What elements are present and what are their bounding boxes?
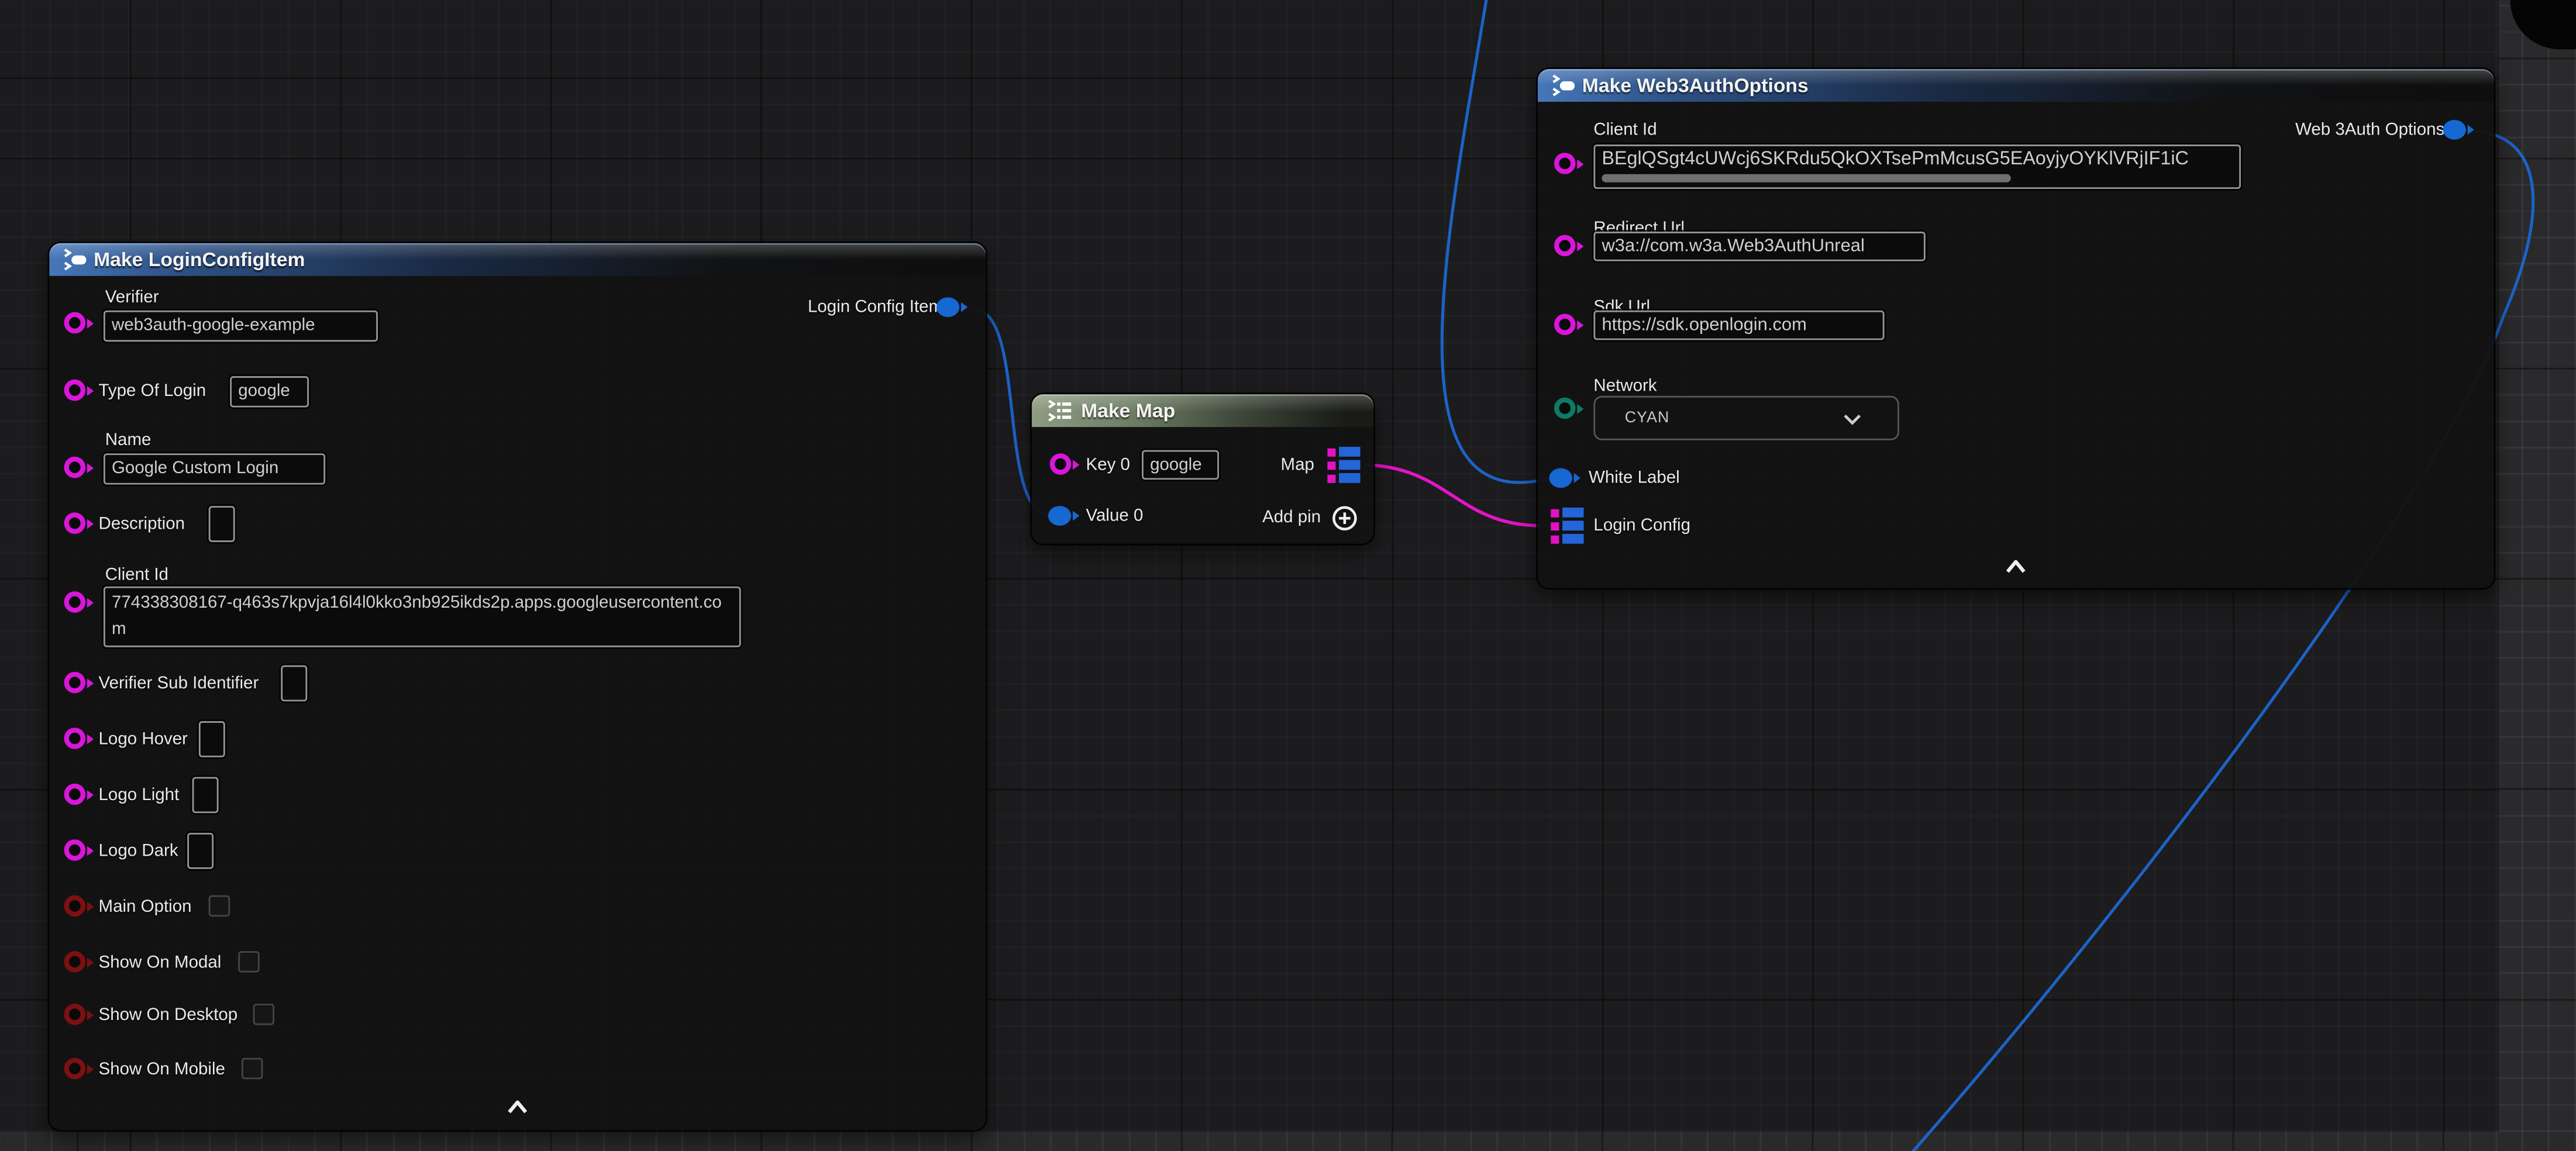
pin-label-client-id: Client Id bbox=[105, 565, 168, 585]
redirect-url-field[interactable]: w3a://com.w3a.Web3AuthUnreal bbox=[1593, 232, 1925, 261]
client-id-field[interactable]: 774338308167-q463s7kpvja16l4l0kko3nb925i… bbox=[104, 587, 741, 647]
input-pin-login-config[interactable] bbox=[1551, 508, 1583, 544]
pin-label-logo-light: Logo Light bbox=[99, 785, 180, 805]
verifier-sub-identifier-field[interactable] bbox=[281, 666, 307, 702]
input-pin-key0[interactable] bbox=[1050, 453, 1084, 475]
output-pin-label: Login Config Item bbox=[808, 297, 943, 317]
make-struct-icon bbox=[1551, 74, 1577, 97]
input-pin-description[interactable] bbox=[64, 512, 99, 534]
chevron-down-icon bbox=[1843, 414, 1861, 426]
node-make-web3authoptions[interactable]: Make Web3AuthOptions Web 3Auth Options C… bbox=[1538, 69, 2494, 588]
input-pin-logo-hover[interactable] bbox=[64, 728, 99, 749]
add-pin-icon[interactable] bbox=[1331, 504, 1359, 532]
pin-label-login-config: Login Config bbox=[1593, 516, 1690, 536]
show-on-desktop-checkbox[interactable] bbox=[253, 1004, 275, 1025]
input-pin-client-id[interactable] bbox=[1554, 153, 1589, 174]
pin-label-verifier-sub-identifier: Verifier Sub Identifier bbox=[99, 674, 259, 694]
output-pin-map[interactable] bbox=[1327, 447, 1360, 483]
pin-label-value0: Value 0 bbox=[1086, 506, 1144, 526]
show-on-modal-checkbox[interactable] bbox=[238, 951, 260, 973]
output-pin-label: Web 3Auth Options bbox=[2295, 120, 2444, 140]
input-pin-main-option[interactable] bbox=[64, 895, 99, 917]
pin-label-main-option: Main Option bbox=[99, 897, 192, 917]
pin-label-white-label: White Label bbox=[1589, 468, 1680, 488]
logo-dark-field[interactable] bbox=[187, 833, 213, 869]
pin-label-description: Description bbox=[99, 514, 185, 534]
make-container-icon bbox=[1046, 399, 1073, 422]
object-pin-ball bbox=[936, 297, 959, 317]
pin-label-key0: Key 0 bbox=[1086, 455, 1130, 475]
input-pin-verifier[interactable] bbox=[64, 312, 99, 334]
output-pin-label-map: Map bbox=[1281, 455, 1314, 475]
network-dropdown-value: CYAN bbox=[1625, 409, 1670, 427]
pin-label-logo-hover: Logo Hover bbox=[99, 729, 188, 749]
add-pin-label: Add pin bbox=[1262, 508, 1321, 528]
logo-light-field[interactable] bbox=[192, 777, 219, 814]
name-field[interactable]: Google Custom Login bbox=[104, 453, 325, 484]
input-pin-show-on-modal[interactable] bbox=[64, 951, 99, 973]
make-struct-icon bbox=[63, 248, 89, 271]
node-title: Make LoginConfigItem bbox=[94, 248, 305, 271]
logo-hover-field[interactable] bbox=[199, 721, 225, 757]
pin-label-verifier: Verifier bbox=[105, 288, 159, 308]
node-header-make-map[interactable]: Make Map bbox=[1032, 394, 1373, 427]
input-pin-type-of-login[interactable] bbox=[64, 380, 99, 401]
collapse-node-chevron-icon[interactable] bbox=[508, 1101, 528, 1114]
collapse-node-chevron-icon[interactable] bbox=[2006, 560, 2026, 573]
blueprint-canvas[interactable]: Make LoginConfigItem Login Config Item V… bbox=[0, 0, 2576, 1151]
output-pin-login-config-item[interactable] bbox=[936, 297, 973, 317]
main-option-checkbox[interactable] bbox=[209, 895, 230, 917]
pin-label-client-id: Client Id bbox=[1593, 120, 1657, 140]
input-pin-value0[interactable] bbox=[1048, 506, 1084, 526]
node-header-make-web3authoptions[interactable]: Make Web3AuthOptions bbox=[1538, 69, 2494, 102]
input-pin-logo-light[interactable] bbox=[64, 784, 99, 805]
input-pin-show-on-desktop[interactable] bbox=[64, 1004, 99, 1025]
key0-field[interactable]: google bbox=[1142, 450, 1219, 480]
node-header-make-loginconfigitem[interactable]: Make LoginConfigItem bbox=[49, 243, 986, 276]
input-pin-white-label[interactable] bbox=[1549, 468, 1586, 488]
node-make-loginconfigitem[interactable]: Make LoginConfigItem Login Config Item V… bbox=[49, 243, 986, 1131]
pin-arrow bbox=[961, 302, 973, 312]
network-dropdown[interactable]: CYAN bbox=[1593, 396, 1899, 440]
client-id-field-scrollbar[interactable] bbox=[1602, 174, 2010, 182]
type-of-login-field[interactable]: google bbox=[230, 376, 309, 407]
node-make-map[interactable]: Make Map Key 0 google Map Value 0 Add pi… bbox=[1032, 394, 1373, 544]
input-pin-name[interactable] bbox=[64, 457, 99, 478]
pin-label-name: Name bbox=[105, 430, 151, 450]
input-pin-verifier-sub-identifier[interactable] bbox=[64, 672, 99, 694]
input-pin-client-id[interactable] bbox=[64, 591, 99, 613]
input-pin-redirect-url[interactable] bbox=[1554, 235, 1589, 257]
input-pin-show-on-mobile[interactable] bbox=[64, 1058, 99, 1080]
verifier-field[interactable]: web3auth-google-example bbox=[104, 311, 378, 342]
description-field[interactable] bbox=[209, 506, 235, 542]
show-on-mobile-checkbox[interactable] bbox=[242, 1058, 263, 1080]
pin-label-network: Network bbox=[1593, 376, 1657, 396]
pin-label-show-on-modal: Show On Modal bbox=[99, 953, 222, 973]
pin-label-show-on-desktop: Show On Desktop bbox=[99, 1005, 238, 1025]
input-pin-sdk-url[interactable] bbox=[1554, 313, 1589, 335]
pin-label-logo-dark: Logo Dark bbox=[99, 841, 178, 861]
node-title: Make Map bbox=[1081, 399, 1175, 422]
pin-label-type-of-login: Type Of Login bbox=[99, 381, 206, 401]
input-pin-logo-dark[interactable] bbox=[64, 839, 99, 861]
output-pin-web3auth-options[interactable] bbox=[2443, 120, 2479, 140]
sdk-url-field[interactable]: https://sdk.openlogin.com bbox=[1593, 311, 1884, 340]
input-pin-network[interactable] bbox=[1554, 398, 1589, 419]
node-title: Make Web3AuthOptions bbox=[1582, 74, 1809, 97]
pin-label-show-on-mobile: Show On Mobile bbox=[99, 1060, 225, 1080]
